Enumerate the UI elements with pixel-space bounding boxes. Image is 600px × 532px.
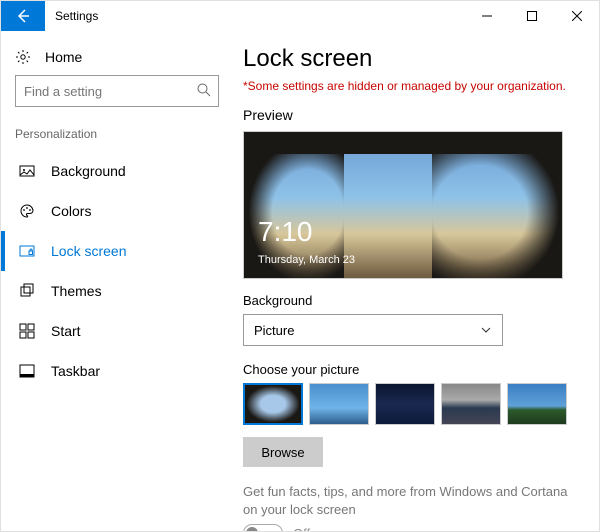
- search-input[interactable]: [15, 75, 219, 107]
- search-wrap: [15, 75, 219, 107]
- back-button[interactable]: [1, 1, 45, 31]
- chevron-down-icon: [480, 324, 492, 336]
- close-button[interactable]: [554, 1, 599, 31]
- search-icon: [196, 82, 212, 98]
- sidebar-item-label: Colors: [51, 203, 91, 219]
- browse-button[interactable]: Browse: [243, 437, 323, 467]
- fun-facts-label: Get fun facts, tips, and more from Windo…: [243, 483, 573, 518]
- main-content: Lock screen *Some settings are hidden or…: [233, 31, 599, 531]
- home-label: Home: [45, 49, 82, 65]
- fun-facts-toggle-row: Off: [243, 524, 581, 531]
- sidebar: Home Personalization Background Colors L…: [1, 31, 233, 531]
- minimize-button[interactable]: [464, 1, 509, 31]
- start-icon: [19, 323, 37, 339]
- preview-decoration: [432, 131, 563, 279]
- sidebar-item-label: Lock screen: [51, 243, 126, 259]
- policy-warning: *Some settings are hidden or managed by …: [243, 79, 581, 93]
- maximize-button[interactable]: [509, 1, 554, 31]
- palette-icon: [19, 203, 37, 219]
- sidebar-item-background[interactable]: Background: [1, 151, 233, 191]
- sidebar-item-colors[interactable]: Colors: [1, 191, 233, 231]
- page-title: Lock screen: [243, 45, 581, 73]
- body: Home Personalization Background Colors L…: [1, 31, 599, 531]
- sidebar-item-themes[interactable]: Themes: [1, 271, 233, 311]
- close-icon: [572, 11, 582, 21]
- group-label: Personalization: [1, 123, 233, 151]
- sidebar-item-label: Start: [51, 323, 81, 339]
- choose-picture-label: Choose your picture: [243, 362, 581, 377]
- titlebar: Settings: [1, 1, 599, 31]
- sidebar-item-label: Themes: [51, 283, 102, 299]
- picture-thumbnail[interactable]: [309, 383, 369, 425]
- picture-icon: [19, 163, 37, 179]
- themes-icon: [19, 283, 37, 299]
- taskbar-icon: [19, 363, 37, 379]
- background-select[interactable]: Picture: [243, 314, 503, 346]
- sidebar-item-label: Background: [51, 163, 126, 179]
- preview-time: 7:10: [258, 216, 313, 248]
- arrow-left-icon: [15, 8, 31, 24]
- toggle-state: Off: [293, 526, 310, 531]
- picture-thumbnail[interactable]: [375, 383, 435, 425]
- sidebar-item-start[interactable]: Start: [1, 311, 233, 351]
- picture-thumbnail[interactable]: [243, 383, 303, 425]
- lock-screen-icon: [19, 243, 37, 259]
- app-title: Settings: [55, 9, 98, 23]
- settings-window: Settings Home Personalization Background: [0, 0, 600, 532]
- picture-thumbnail[interactable]: [441, 383, 501, 425]
- toggle-knob: [246, 527, 258, 531]
- preview-label: Preview: [243, 107, 581, 123]
- lock-screen-preview: 7:10 Thursday, March 23: [243, 131, 563, 279]
- picture-thumbnails: [243, 383, 581, 425]
- background-value: Picture: [254, 323, 294, 338]
- background-label: Background: [243, 293, 581, 308]
- sidebar-item-lock-screen[interactable]: Lock screen: [1, 231, 233, 271]
- preview-date: Thursday, March 23: [258, 254, 355, 266]
- sidebar-item-label: Taskbar: [51, 363, 100, 379]
- home-link[interactable]: Home: [1, 43, 233, 75]
- fun-facts-toggle[interactable]: [243, 524, 283, 531]
- gear-icon: [15, 49, 33, 65]
- maximize-icon: [527, 11, 537, 21]
- window-controls: [464, 1, 599, 31]
- sidebar-item-taskbar[interactable]: Taskbar: [1, 351, 233, 391]
- picture-thumbnail[interactable]: [507, 383, 567, 425]
- minimize-icon: [482, 11, 492, 21]
